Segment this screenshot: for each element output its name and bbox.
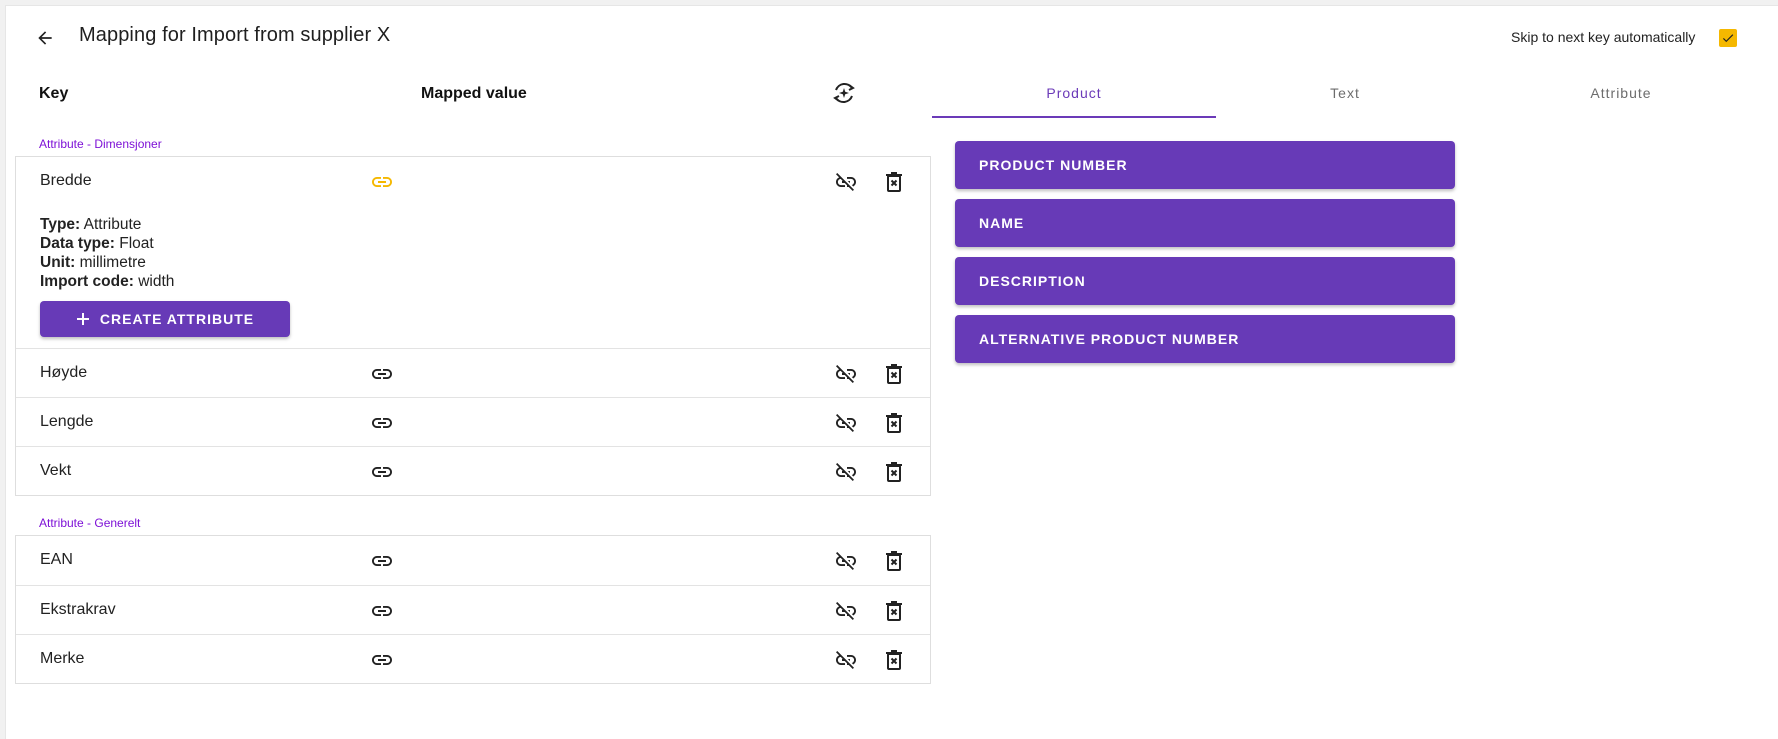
delete-icon[interactable] bbox=[882, 411, 906, 435]
auto-map-button[interactable] bbox=[831, 80, 857, 106]
delete-icon[interactable] bbox=[882, 170, 906, 194]
unlink-icon[interactable] bbox=[834, 362, 858, 386]
check-icon bbox=[1722, 34, 1734, 43]
key-row-merke[interactable]: Merke bbox=[16, 634, 930, 683]
skip-next-label: Skip to next key automatically bbox=[1511, 29, 1696, 45]
delete-icon[interactable] bbox=[882, 460, 906, 484]
group-label-generelt: Attribute - Generelt bbox=[39, 516, 141, 530]
page-title: Mapping for Import from supplier X bbox=[79, 24, 391, 46]
product-field-product-number[interactable]: PRODUCT NUMBER bbox=[955, 141, 1455, 189]
sync-sparkle-icon bbox=[833, 83, 855, 103]
product-field-description[interactable]: DESCRIPTION bbox=[955, 257, 1455, 305]
link-icon[interactable] bbox=[370, 599, 394, 623]
unlink-icon[interactable] bbox=[834, 411, 858, 435]
create-attribute-label: CREATE ATTRIBUTE bbox=[99, 311, 255, 327]
delete-icon[interactable] bbox=[882, 648, 906, 672]
key-row-lengde[interactable]: Lengde bbox=[16, 397, 930, 446]
importcode-value: width bbox=[138, 273, 175, 290]
link-icon[interactable] bbox=[370, 411, 394, 435]
group-dimensjoner: Bredde Type: Attribute Data type: Float … bbox=[15, 156, 931, 496]
key-name: Vekt bbox=[40, 462, 72, 479]
column-header-key: Key bbox=[39, 85, 69, 102]
key-name: Ekstrakrav bbox=[40, 601, 116, 618]
unlink-icon[interactable] bbox=[834, 170, 858, 194]
key-name: EAN bbox=[40, 551, 73, 568]
group-label-dimensjoner: Attribute - Dimensjoner bbox=[39, 137, 162, 151]
key-row-ean[interactable]: EAN bbox=[16, 536, 930, 585]
datatype-label: Data type: bbox=[40, 235, 115, 252]
unlink-icon[interactable] bbox=[834, 549, 858, 573]
mapping-tabs: Product Text Attribute bbox=[932, 70, 1778, 118]
key-row-ekstrakrav[interactable]: Ekstrakrav bbox=[16, 585, 930, 634]
delete-icon[interactable] bbox=[882, 362, 906, 386]
back-button[interactable] bbox=[30, 23, 60, 53]
arrow-left-icon bbox=[38, 31, 52, 45]
tab-attribute[interactable]: Attribute bbox=[1474, 70, 1768, 116]
group-generelt: EAN Ekstrakrav Merke bbox=[15, 535, 931, 684]
unlink-icon[interactable] bbox=[834, 599, 858, 623]
column-header-mapped-value: Mapped value bbox=[421, 85, 527, 102]
key-name: Høyde bbox=[40, 364, 88, 381]
key-name: Bredde bbox=[40, 172, 92, 189]
plus-icon bbox=[76, 313, 89, 325]
datatype-value: Float bbox=[119, 235, 154, 252]
key-name: Merke bbox=[40, 650, 85, 667]
link-icon[interactable] bbox=[370, 460, 394, 484]
unlink-icon[interactable] bbox=[834, 648, 858, 672]
link-icon[interactable] bbox=[370, 170, 394, 194]
link-icon[interactable] bbox=[370, 362, 394, 386]
key-row-hoyde[interactable]: Høyde bbox=[16, 348, 930, 397]
link-icon[interactable] bbox=[370, 648, 394, 672]
unit-value: millimetre bbox=[79, 254, 146, 271]
product-field-name[interactable]: NAME bbox=[955, 199, 1455, 247]
type-value: Attribute bbox=[83, 216, 142, 233]
create-attribute-button[interactable]: CREATE ATTRIBUTE bbox=[40, 301, 290, 337]
importcode-label: Import code: bbox=[40, 273, 134, 290]
key-name: Lengde bbox=[40, 413, 94, 430]
delete-icon[interactable] bbox=[882, 549, 906, 573]
type-label: Type: bbox=[40, 216, 81, 233]
unlink-icon[interactable] bbox=[834, 460, 858, 484]
product-field-alternative-product-number[interactable]: ALTERNATIVE PRODUCT NUMBER bbox=[955, 315, 1455, 363]
link-icon[interactable] bbox=[370, 549, 394, 573]
attribute-details: Type: Attribute Data type: Float Unit: m… bbox=[40, 215, 174, 291]
unit-label: Unit: bbox=[40, 254, 76, 271]
tab-text[interactable]: Text bbox=[1216, 70, 1474, 116]
tab-product[interactable]: Product bbox=[932, 70, 1216, 118]
skip-next-checkbox[interactable] bbox=[1719, 29, 1737, 47]
key-row-bredde[interactable]: Bredde Type: Attribute Data type: Float … bbox=[16, 157, 930, 348]
key-row-vekt[interactable]: Vekt bbox=[16, 446, 930, 495]
delete-icon[interactable] bbox=[882, 599, 906, 623]
